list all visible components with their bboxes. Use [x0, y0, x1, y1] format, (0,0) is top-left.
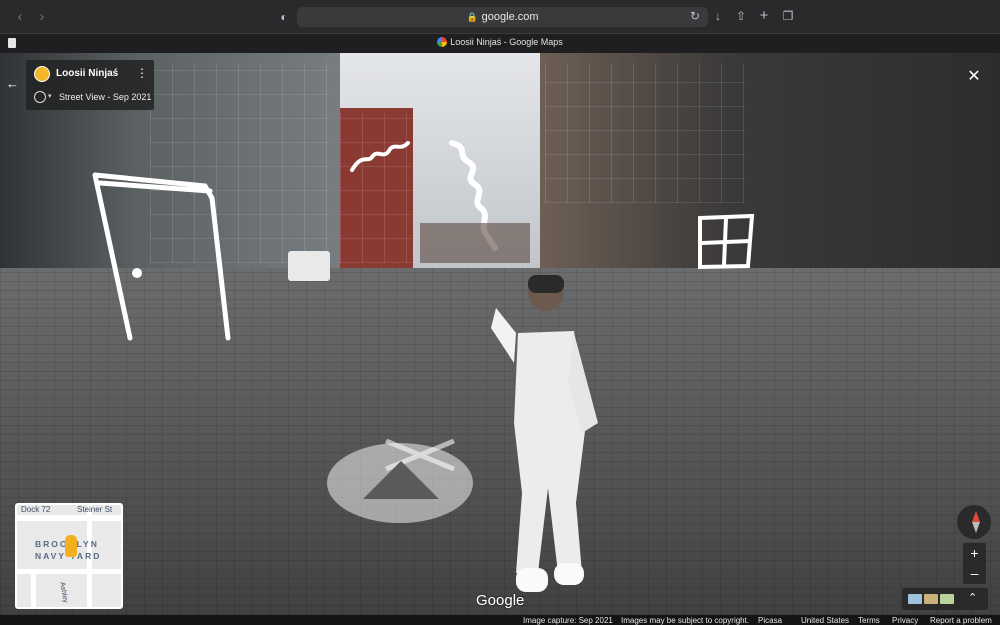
image-capture-date: Image capture: Sep 2021	[523, 616, 613, 625]
footer-bar: Image capture: Sep 2021 Images may be su…	[0, 615, 1000, 625]
back-chevron-icon[interactable]: ‹	[12, 8, 28, 24]
contributor-name[interactable]: Loosii Ninjaś	[56, 68, 118, 79]
minimap[interactable]: Dock 72 Steiner St BROOKLYN NAVY YARD As…	[15, 503, 123, 609]
clock-history-icon[interactable]	[34, 91, 46, 103]
zoom-in-button[interactable]: +	[963, 543, 986, 563]
layers-panel[interactable]: ⌃	[902, 588, 988, 610]
pegman-icon[interactable]	[65, 535, 77, 557]
street-view-info-card: Loosii Ninjaś ⋮ ▾ Street View - Sep 2021	[26, 60, 154, 110]
address-bar[interactable]: 🔒 google.com	[297, 7, 708, 27]
reload-icon[interactable]: ↻	[688, 9, 702, 23]
caret-down-icon[interactable]: ▾	[48, 92, 52, 100]
close-icon[interactable]: ✕	[964, 66, 984, 86]
picasa-link[interactable]: Picasa	[758, 616, 782, 625]
zoom-out-button[interactable]: –	[963, 563, 986, 583]
more-options-icon[interactable]: ⋮	[136, 66, 148, 80]
zoom-control: + –	[963, 543, 986, 584]
shield-icon[interactable]: ◐	[277, 10, 291, 24]
back-arrow-icon[interactable]: ←	[6, 76, 19, 91]
person-in-white-suit	[491, 275, 598, 592]
country-label: United States	[801, 616, 850, 625]
address-text: google.com	[481, 11, 539, 23]
map-label-dock: Dock 72	[21, 505, 51, 514]
report-problem-link[interactable]: Report a problem	[930, 616, 992, 625]
layer-thumb-satellite[interactable]	[924, 594, 938, 604]
terms-link[interactable]: Terms	[858, 616, 880, 625]
avatar	[34, 66, 50, 82]
compass-north-needle	[972, 511, 980, 522]
compass-south-needle	[972, 522, 980, 533]
browser-toolbar: ‹ › ◐ 🔒 google.com ↻ ↓ ⇧ + ❐	[0, 0, 1000, 33]
tab-bar: Loosii Ninjaś - Google Maps	[0, 33, 1000, 53]
tabs-overview-icon[interactable]: ❐	[781, 9, 795, 23]
chevrons-up-icon[interactable]: ⌃	[968, 591, 977, 604]
chevron-up-icon	[363, 461, 439, 499]
new-tab-plus-icon[interactable]: +	[757, 8, 771, 23]
layer-thumb-map[interactable]	[908, 594, 922, 604]
google-logo: Google	[476, 592, 525, 609]
active-tab[interactable]: Loosii Ninjaś - Google Maps	[0, 37, 1000, 47]
download-icon[interactable]: ↓	[711, 9, 725, 23]
map-label-street: Steiner St	[77, 505, 113, 514]
street-view-panorama[interactable]	[0, 53, 1000, 615]
move-forward-arrow[interactable]	[327, 443, 473, 523]
map-label-ashley: Ashley	[58, 581, 69, 604]
share-icon[interactable]: ⇧	[734, 9, 748, 23]
privacy-link[interactable]: Privacy	[892, 616, 918, 625]
lock-icon: 🔒	[466, 11, 478, 22]
tab-title: Loosii Ninjaś - Google Maps	[450, 37, 563, 47]
copyright-notice: Images may be subject to copyright.	[621, 616, 750, 625]
capture-date-label: Street View - Sep 2021	[59, 92, 152, 102]
compass-icon[interactable]	[957, 505, 991, 539]
layer-thumb-terrain[interactable]	[940, 594, 954, 604]
google-favicon-icon	[437, 37, 448, 47]
forward-chevron-icon[interactable]: ›	[34, 8, 50, 24]
